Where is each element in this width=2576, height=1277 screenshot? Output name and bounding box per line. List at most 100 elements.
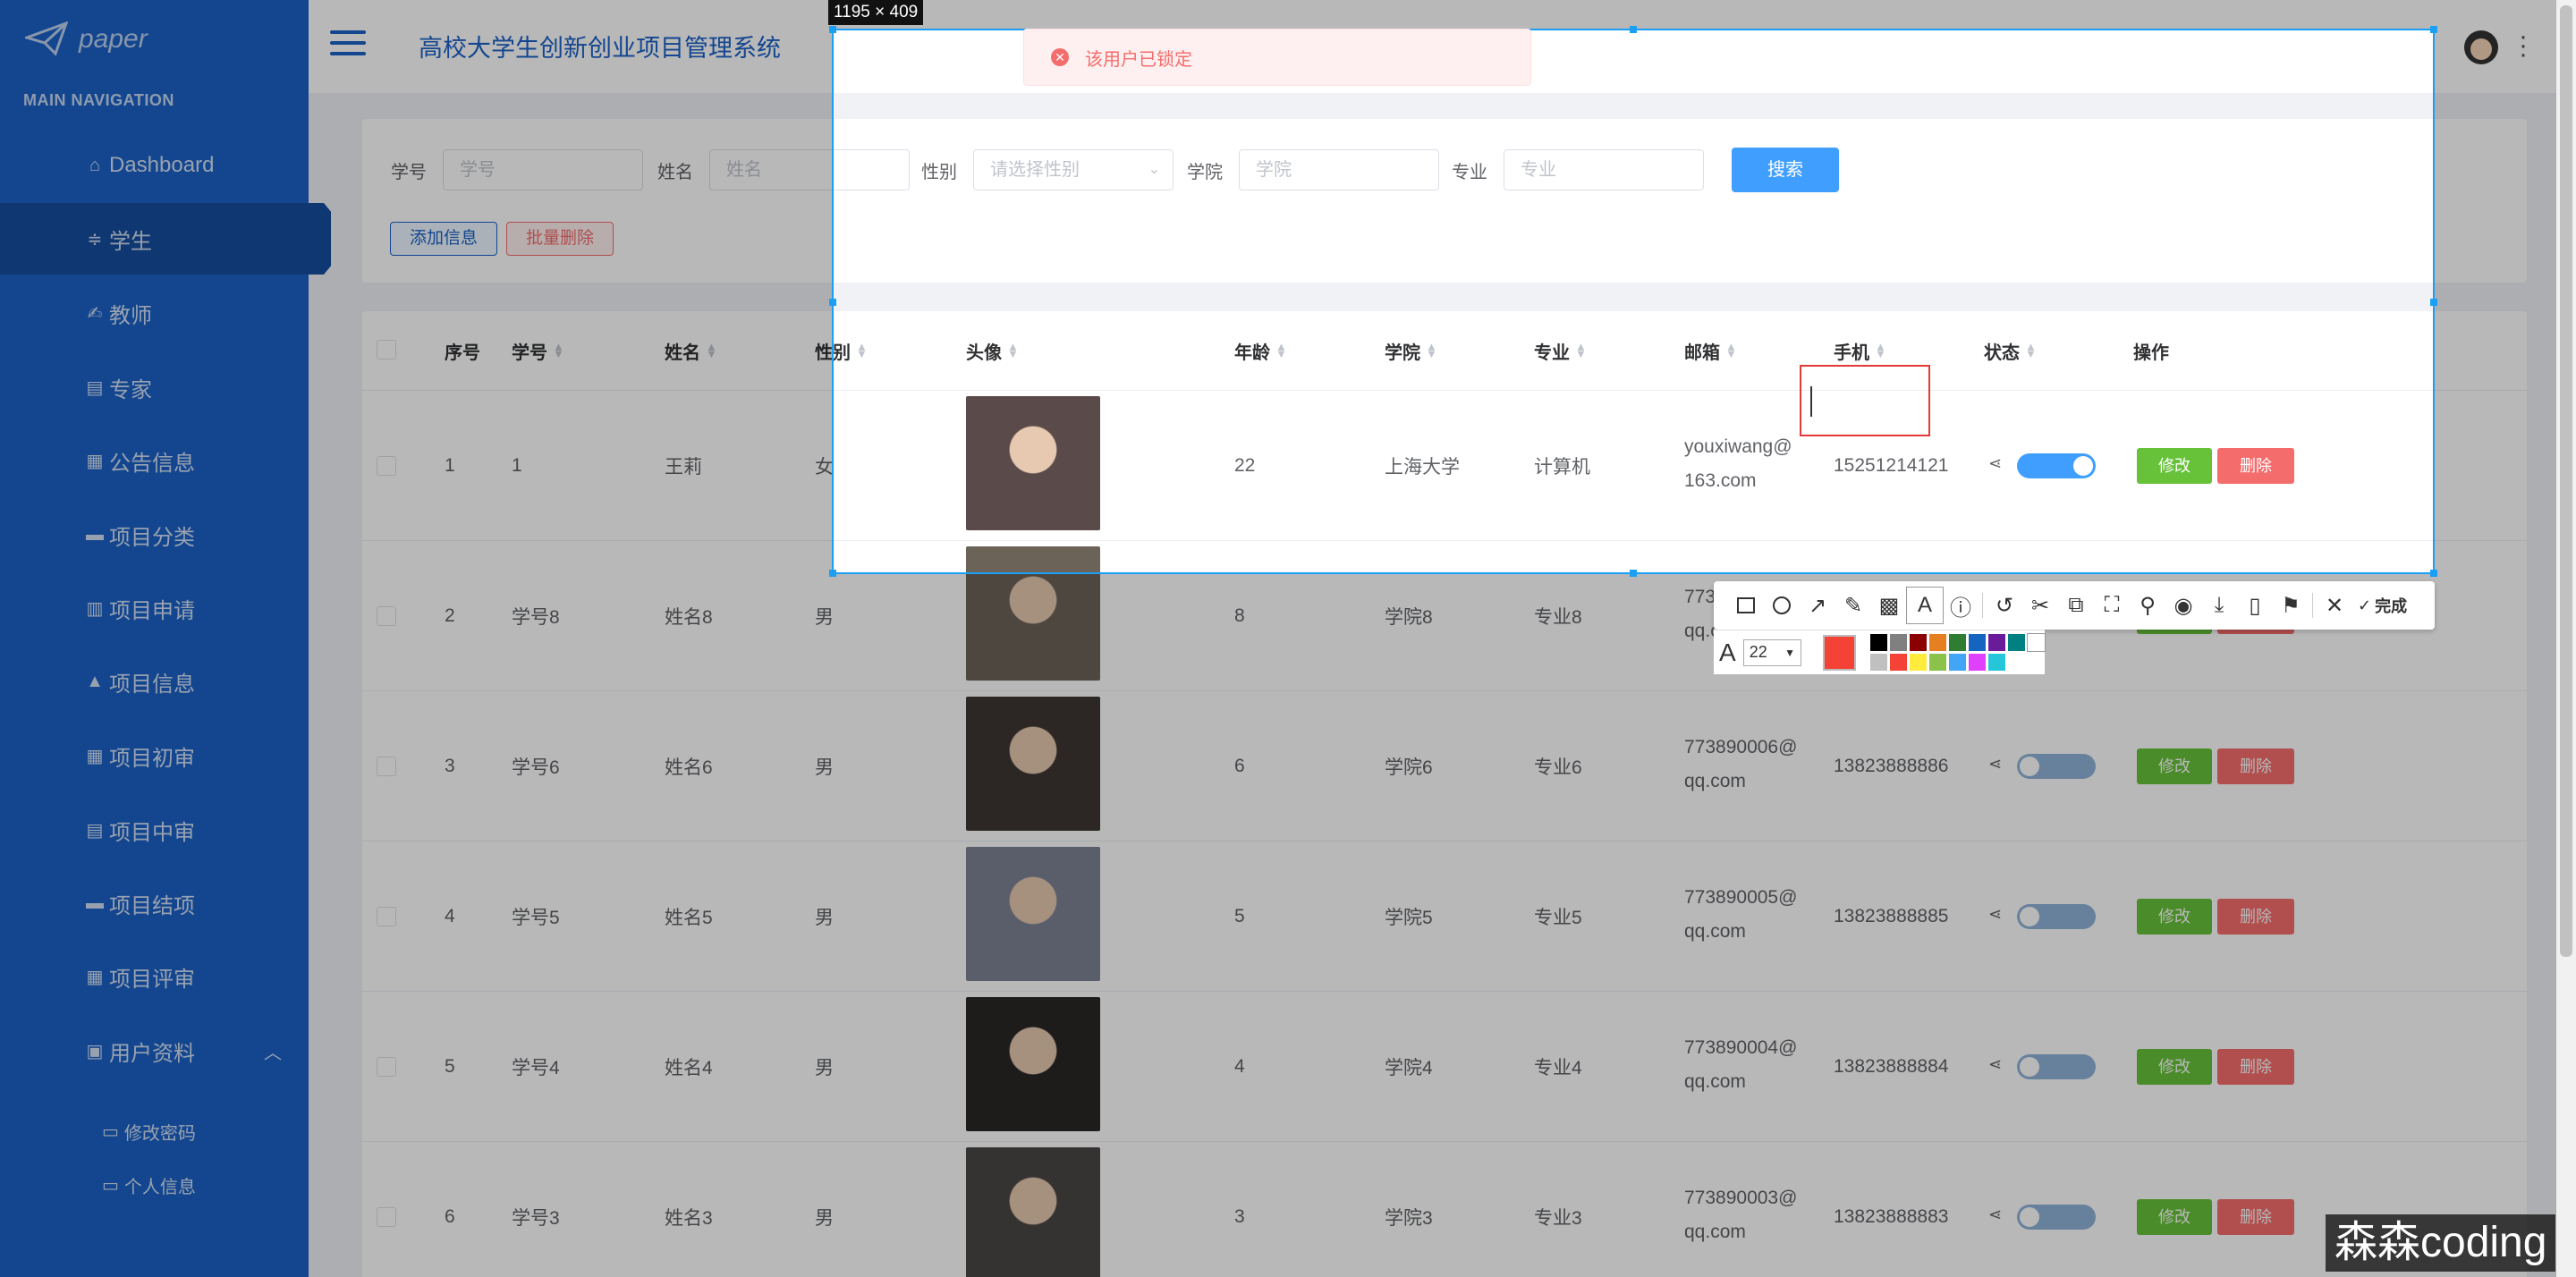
column-header[interactable]: 专业 ▲ ▼ bbox=[1534, 311, 1587, 390]
xingbie-label: 性别 bbox=[921, 163, 957, 182]
sort-icon[interactable]: ▲ ▼ bbox=[1007, 341, 1019, 359]
text-annotation-box[interactable] bbox=[1800, 365, 1930, 436]
status-toggle[interactable] bbox=[2017, 453, 2096, 478]
column-header[interactable]: 头像 ▲ ▼ bbox=[966, 311, 1019, 390]
font-size-value: 22 bbox=[1749, 643, 1767, 661]
text-icon[interactable]: A bbox=[1906, 587, 1944, 624]
font-icon: A bbox=[1719, 638, 1736, 666]
column-header-label: 操作 bbox=[2133, 343, 2169, 363]
sort-icon[interactable]: ▲ ▼ bbox=[2025, 341, 2037, 359]
bookmark-icon[interactable]: ⚑ bbox=[2273, 588, 2309, 623]
student-avatar bbox=[966, 396, 1100, 530]
caret-down-icon: ▼ bbox=[1784, 646, 1796, 659]
zhuanye-input[interactable]: 专业 bbox=[1504, 149, 1704, 190]
download-icon[interactable]: ⤓ bbox=[2201, 588, 2237, 623]
search-button[interactable]: 搜索 bbox=[1732, 148, 1839, 192]
screen-dim bbox=[0, 29, 832, 574]
sort-icon[interactable]: ▲ ▼ bbox=[856, 341, 868, 359]
screen-dim bbox=[2435, 29, 2576, 574]
toast-message: 该用户已锁定 bbox=[1085, 49, 1192, 70]
screen-dim bbox=[0, 0, 2576, 29]
close-icon[interactable]: ✕ bbox=[2317, 588, 2352, 623]
current-color-swatch[interactable] bbox=[1823, 634, 1856, 671]
column-header: 操作 bbox=[2133, 311, 2169, 390]
sort-icon[interactable]: ▲ ▼ bbox=[1725, 341, 1737, 359]
mosaic-icon[interactable]: ▩ bbox=[1871, 588, 1907, 623]
email-line: 163.com bbox=[1684, 470, 1757, 491]
color-swatch[interactable] bbox=[1988, 654, 2005, 671]
column-header[interactable]: 状态 ▲ ▼ bbox=[1984, 311, 2037, 390]
sort-icon[interactable]: ▲ ▼ bbox=[1875, 341, 1886, 359]
xingbie-select[interactable]: 请选择性别 ⌄ bbox=[973, 149, 1174, 190]
delete-button[interactable]: 删除 bbox=[2217, 448, 2294, 484]
column-header[interactable]: 邮箱 ▲ ▼ bbox=[1684, 311, 1737, 390]
sort-icon[interactable]: ▲ ▼ bbox=[1275, 341, 1287, 359]
cut-icon[interactable]: ✂ bbox=[2022, 588, 2058, 623]
sort-icon[interactable]: ▲ ▼ bbox=[1575, 341, 1587, 359]
color-swatch[interactable] bbox=[1890, 654, 1907, 671]
toolbar-divider bbox=[1982, 593, 1983, 618]
number-icon[interactable]: ⓘ bbox=[1943, 588, 1979, 623]
color-swatch[interactable] bbox=[1870, 654, 1887, 671]
column-header-label: 状态 bbox=[1984, 343, 2020, 363]
capture-size-label: 1195 × 409 bbox=[828, 0, 924, 25]
screenshot-toolbar: ↗ ✎ ▩ A ⓘ ↺ ✂ ⧉ ⛶ ⚲ ◉ ⤓ ▯ ⚑ ✕ ✓ 完成 bbox=[1714, 581, 2435, 630]
column-header[interactable]: 学院 ▲ ▼ bbox=[1385, 311, 1437, 390]
error-icon: ✕ bbox=[1051, 48, 1069, 66]
xingbie-placeholder: 请选择性别 bbox=[990, 160, 1080, 180]
color-swatch[interactable] bbox=[2008, 634, 2025, 651]
page-scrollbar[interactable] bbox=[2556, 0, 2576, 1277]
color-swatch[interactable] bbox=[1949, 634, 1966, 651]
cell-age: 22 bbox=[1234, 455, 1256, 476]
color-swatch[interactable] bbox=[1910, 654, 1927, 671]
font-size-select[interactable]: 22 ▼ bbox=[1742, 638, 1802, 666]
sort-icon[interactable]: ▲ ▼ bbox=[1426, 341, 1437, 359]
ocr-icon[interactable]: ⛶ bbox=[2094, 588, 2130, 623]
pin-icon[interactable]: ⚲ bbox=[2130, 588, 2165, 623]
color-swatch[interactable] bbox=[2027, 633, 2046, 652]
screen-dim bbox=[0, 574, 2576, 1277]
cell-email: youxiwang@ 163.com bbox=[1684, 391, 1792, 541]
color-swatch[interactable] bbox=[1969, 654, 1986, 671]
cell-major: 计算机 bbox=[1534, 457, 1590, 478]
chevron-down-icon: ⌄ bbox=[1148, 162, 1160, 177]
rectangle-icon[interactable] bbox=[1728, 588, 1764, 623]
ellipse-icon[interactable] bbox=[1764, 588, 1800, 623]
color-swatch[interactable] bbox=[1929, 634, 1946, 651]
arrow-icon[interactable]: ↗ bbox=[1800, 588, 1835, 623]
column-header-label: 年龄 bbox=[1234, 343, 1270, 363]
column-header[interactable]: 年龄 ▲ ▼ bbox=[1234, 311, 1287, 390]
done-label: 完成 bbox=[2375, 597, 2408, 615]
xueyuan-input[interactable]: 学院 bbox=[1239, 149, 1439, 190]
color-swatch[interactable] bbox=[1890, 634, 1907, 651]
column-header-label: 头像 bbox=[966, 343, 1002, 363]
cell-college: 上海大学 bbox=[1385, 457, 1460, 478]
undo-icon[interactable]: ↺ bbox=[1987, 588, 2022, 623]
scrollbar-thumb[interactable] bbox=[2560, 5, 2572, 957]
check-icon: ✓ bbox=[2358, 596, 2372, 614]
watermark: 森森coding bbox=[2326, 1214, 2556, 1272]
color-swatch[interactable] bbox=[1929, 654, 1946, 671]
pen-icon[interactable]: ✎ bbox=[1835, 588, 1871, 623]
column-header-label: 手机 bbox=[1834, 343, 1869, 363]
color-palette bbox=[1870, 633, 2046, 671]
column-header-label: 专业 bbox=[1534, 343, 1570, 363]
color-swatch[interactable] bbox=[1870, 634, 1887, 651]
email-line: youxiwang@ bbox=[1684, 436, 1792, 457]
color-swatch[interactable] bbox=[1969, 634, 1986, 651]
phone-icon[interactable]: ▯ bbox=[2237, 588, 2273, 623]
color-swatch[interactable] bbox=[1910, 634, 1927, 651]
column-header-label: 学院 bbox=[1385, 343, 1420, 363]
column-header-label: 邮箱 bbox=[1684, 343, 1720, 363]
color-swatch[interactable] bbox=[1988, 634, 2005, 651]
color-swatch[interactable] bbox=[1949, 654, 1966, 671]
share-icon[interactable]: ⋖ bbox=[1988, 454, 2002, 473]
toolbar-divider bbox=[2312, 593, 2313, 618]
copy-icon[interactable]: ⧉ bbox=[2058, 588, 2094, 623]
xueyuan-label: 学院 bbox=[1187, 163, 1223, 182]
done-button[interactable]: ✓ 完成 bbox=[2358, 594, 2407, 617]
edit-button[interactable]: 修改 bbox=[2137, 448, 2212, 484]
zhuanye-label: 专业 bbox=[1452, 163, 1487, 182]
text-options-bar: A 22 ▼ bbox=[1714, 630, 2046, 674]
record-icon[interactable]: ◉ bbox=[2165, 588, 2201, 623]
